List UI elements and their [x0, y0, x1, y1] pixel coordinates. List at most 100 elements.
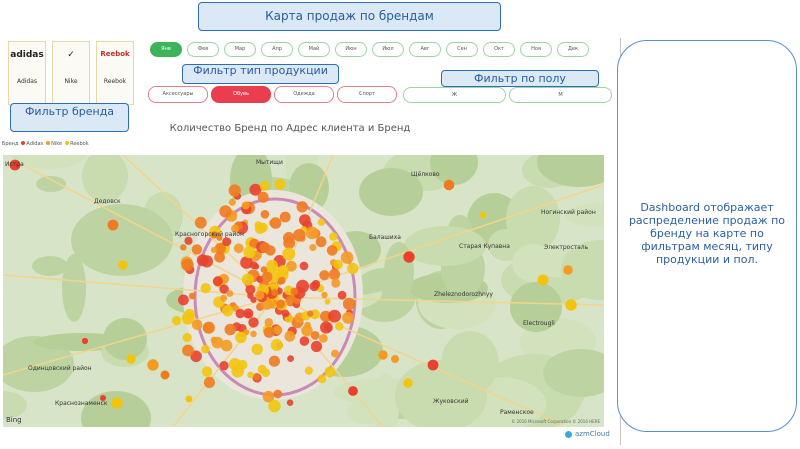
month-chip-sep[interactable]: Сен — [446, 42, 478, 57]
place-label: Electrougli — [523, 320, 555, 327]
brand-tile-nike[interactable]: ✓ Nike — [52, 41, 90, 105]
type-chip-sport[interactable]: Спорт — [337, 86, 397, 103]
sales-bubble — [219, 205, 232, 218]
sales-bubble — [200, 283, 211, 294]
forest-area — [103, 318, 147, 360]
sales-bubble — [331, 278, 341, 288]
legend-item-nike[interactable]: Nike — [46, 141, 62, 147]
type-chip-clothing[interactable]: Одежда — [274, 86, 334, 103]
place-label: Старая Купавна — [459, 243, 510, 250]
gender-chip-female[interactable]: Ж — [403, 87, 506, 103]
sales-bubble — [317, 374, 327, 384]
month-chip-may[interactable]: Май — [298, 42, 330, 57]
sales-bubble — [241, 201, 250, 210]
sales-bubble — [181, 258, 194, 272]
sales-bubble — [274, 178, 286, 190]
sales-bubble — [228, 198, 236, 206]
sales-bubble — [283, 232, 295, 244]
gender-chip-male[interactable]: М — [509, 87, 612, 103]
place-label: Щёлково — [411, 171, 440, 178]
sales-bubble — [81, 337, 89, 345]
dashboard: adidas Adidas ✓ Nike Reebok Reebok Янв Ф… — [0, 38, 612, 444]
place-label: Раменское — [500, 409, 534, 416]
sales-bubble — [328, 309, 341, 323]
gender-callout: Фильтр по полу — [441, 70, 599, 87]
sales-bubble — [563, 265, 573, 275]
month-chip-feb[interactable]: Фев — [187, 42, 219, 57]
sales-bubble — [111, 397, 123, 409]
sales-bubble — [226, 290, 234, 297]
place-label: Балашиха — [369, 234, 401, 241]
month-chip-jan[interactable]: Янв — [150, 42, 182, 57]
sales-bubble — [118, 260, 128, 270]
month-chip-jun[interactable]: Июн — [335, 42, 367, 57]
legend-item-reebok[interactable]: Reebok — [65, 141, 89, 147]
sales-bubble — [257, 364, 267, 374]
sales-bubble — [301, 324, 313, 337]
sales-bubble — [299, 336, 310, 346]
brand-tile-reebok[interactable]: Reebok Reebok — [96, 41, 134, 105]
sales-map[interactable]: Истра Мытищи Щёлково Дедовск Красногорск… — [3, 155, 604, 427]
place-label: Мытищи — [256, 159, 283, 166]
sales-bubble — [107, 219, 119, 231]
sales-bubble — [254, 223, 266, 234]
month-chip-jul[interactable]: Июл — [372, 42, 404, 57]
sales-bubble — [222, 305, 234, 317]
sales-bubble — [251, 343, 263, 355]
sales-bubble — [348, 386, 358, 396]
sales-bubble — [276, 299, 286, 309]
sales-bubble — [191, 244, 203, 255]
forest-area — [32, 256, 68, 276]
sales-bubble — [243, 246, 256, 259]
sales-bubble — [250, 330, 257, 338]
sales-bubble — [268, 399, 281, 413]
type-chip-accessories[interactable]: Аксессуары — [148, 86, 208, 103]
place-label: Красногорский район — [175, 231, 244, 238]
sales-bubble — [284, 330, 296, 342]
sales-bubble — [315, 236, 327, 248]
sales-bubble — [287, 355, 294, 362]
brand-tile-adidas[interactable]: adidas Adidas — [8, 41, 46, 105]
sales-bubble — [317, 218, 326, 226]
sales-bubble — [260, 210, 270, 219]
description-panel: Dashboard отображает распределение прода… — [617, 40, 797, 432]
sales-bubble — [201, 366, 213, 377]
forest-area — [36, 176, 66, 192]
legend-dot-icon — [21, 141, 26, 145]
sales-bubble — [228, 184, 241, 197]
sales-bubble — [253, 263, 260, 270]
sales-bubble — [296, 201, 308, 213]
type-chip-shoes[interactable]: Обувь — [211, 86, 271, 103]
legend-item-adidas[interactable]: Adidas — [21, 141, 43, 147]
azmcloud-logo-text: azmCloud — [575, 430, 610, 438]
month-chip-mar[interactable]: Мар — [224, 42, 256, 57]
sales-bubble — [378, 350, 388, 360]
sales-bubble — [335, 322, 344, 331]
sales-bubble — [245, 311, 252, 318]
sales-bubble — [219, 361, 229, 371]
sales-bubble — [311, 279, 321, 289]
map-credits: © 2016 Microsoft Corporation © 2016 HERE — [511, 419, 600, 424]
sales-bubble — [212, 276, 223, 287]
sales-bubble — [182, 344, 194, 357]
sales-bubble — [250, 296, 257, 303]
month-chip-aug[interactable]: Авг — [409, 42, 441, 57]
sales-bubble — [290, 287, 299, 296]
sales-bubble — [126, 354, 136, 364]
sales-bubble — [305, 226, 319, 240]
bing-logo: Bing — [6, 416, 22, 424]
month-chip-nov[interactable]: Ноя — [520, 42, 552, 57]
sales-bubble — [320, 321, 333, 334]
month-chip-dec[interactable]: Дек — [557, 42, 589, 57]
forest-area — [506, 186, 560, 252]
sales-bubble — [269, 217, 282, 229]
sales-bubble — [273, 389, 283, 399]
sales-bubble — [202, 321, 215, 334]
legend-label: Adidas — [26, 141, 44, 147]
month-chip-apr[interactable]: Апр — [261, 42, 293, 57]
sales-bubble — [333, 259, 343, 270]
sales-bubble — [180, 244, 187, 251]
sales-bubble — [259, 242, 271, 254]
month-chip-oct[interactable]: Окт — [483, 42, 515, 57]
sales-bubble — [286, 399, 294, 406]
